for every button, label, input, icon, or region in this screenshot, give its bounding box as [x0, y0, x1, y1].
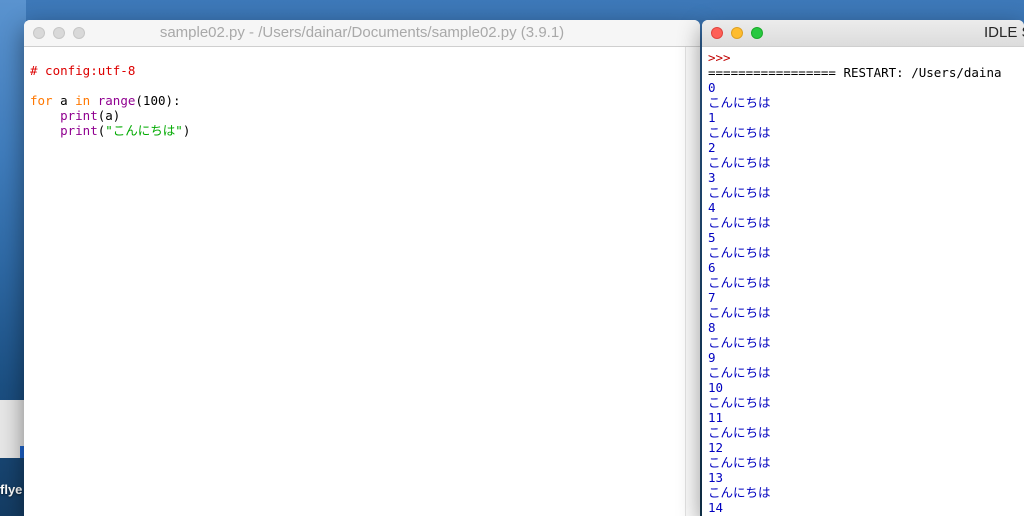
- output-line: 8: [708, 320, 716, 335]
- shell-output-lines: 0 こんにちは 1 こんにちは 2 こんにちは 3 こんにちは 4 こんにちは 5 こんにちは 6 こんに…: [708, 80, 1024, 515]
- code-comment: # config:utf-8: [30, 63, 136, 78]
- output-line: こんにちは: [708, 485, 771, 500]
- output-line: こんにちは: [708, 395, 771, 410]
- output-line: こんにちは: [708, 335, 771, 350]
- shell-close-button[interactable]: [711, 27, 723, 39]
- string-literal: "こんにちは": [105, 123, 183, 138]
- output-line: こんにちは: [708, 305, 771, 320]
- output-line: 11: [708, 410, 724, 425]
- restart-banner: ================= RESTART: /Users/daina: [708, 65, 1002, 80]
- output-line: こんにちは: [708, 185, 771, 200]
- desktop-file-icon[interactable]: [0, 400, 26, 458]
- editor-titlebar[interactable]: sample02.py - /Users/dainar/Documents/sa…: [24, 20, 700, 47]
- output-line: 9: [708, 350, 716, 365]
- builtin-range: range: [97, 93, 136, 108]
- output-line: 0: [708, 80, 716, 95]
- output-line: 10: [708, 380, 724, 395]
- code-line-1: # config:utf-8: [30, 63, 700, 78]
- output-line: こんにちは: [708, 245, 771, 260]
- output-line: 7: [708, 290, 716, 305]
- output-line: こんにちは: [708, 275, 771, 290]
- print-args: (a): [97, 108, 121, 123]
- output-line: 5: [708, 230, 716, 245]
- editor-title: sample02.py - /Users/dainar/Documents/sa…: [159, 24, 565, 41]
- output-line: こんにちは: [708, 155, 771, 170]
- code-editor-area[interactable]: # config:utf-8 for a in range(100): print…: [24, 47, 700, 516]
- output-line: 3: [708, 170, 716, 185]
- shell-window[interactable]: IDLE S >>>================= RESTART: /Us…: [702, 20, 1024, 516]
- editor-window[interactable]: sample02.py - /Users/dainar/Documents/sa…: [24, 20, 700, 516]
- output-line: 12: [708, 440, 724, 455]
- code-line-5: print("こんにちは"): [30, 123, 700, 138]
- keyword-in: in: [75, 93, 91, 108]
- desktop-icon-label[interactable]: flye: [0, 482, 22, 497]
- editor-scrollbar[interactable]: [685, 47, 700, 516]
- code-line-4: print(a): [30, 108, 700, 123]
- shell-title: IDLE S: [984, 24, 1024, 41]
- output-line: こんにちは: [708, 455, 771, 470]
- paren-close: ): [182, 123, 191, 138]
- output-line: こんにちは: [708, 125, 771, 140]
- loop-variable: a: [52, 93, 76, 108]
- output-line: 1: [708, 110, 716, 125]
- output-line: 6: [708, 260, 716, 275]
- output-line: こんにちは: [708, 95, 771, 110]
- shell-output-area[interactable]: >>> ================= RESTART: /Users/dai…: [702, 47, 1024, 516]
- builtin-print: print: [60, 123, 98, 138]
- shell-zoom-button[interactable]: [751, 27, 763, 39]
- code-line-3: for a in range(100):: [30, 93, 700, 108]
- output-line: 4: [708, 200, 716, 215]
- keyword-for: for: [30, 93, 53, 108]
- output-line: こんにちは: [708, 425, 771, 440]
- shell-titlebar[interactable]: IDLE S: [702, 20, 1024, 47]
- builtin-print: print: [60, 108, 98, 123]
- output-line: こんにちは: [708, 215, 771, 230]
- range-args: (100):: [135, 93, 181, 108]
- output-line: 2: [708, 140, 716, 155]
- output-line: こんにちは: [708, 365, 771, 380]
- shell-prompt: >>>: [708, 50, 731, 65]
- output-line: 13: [708, 470, 724, 485]
- shell-minimize-button[interactable]: [731, 27, 743, 39]
- shell-window-controls: [711, 27, 763, 39]
- output-line: 14: [708, 500, 724, 515]
